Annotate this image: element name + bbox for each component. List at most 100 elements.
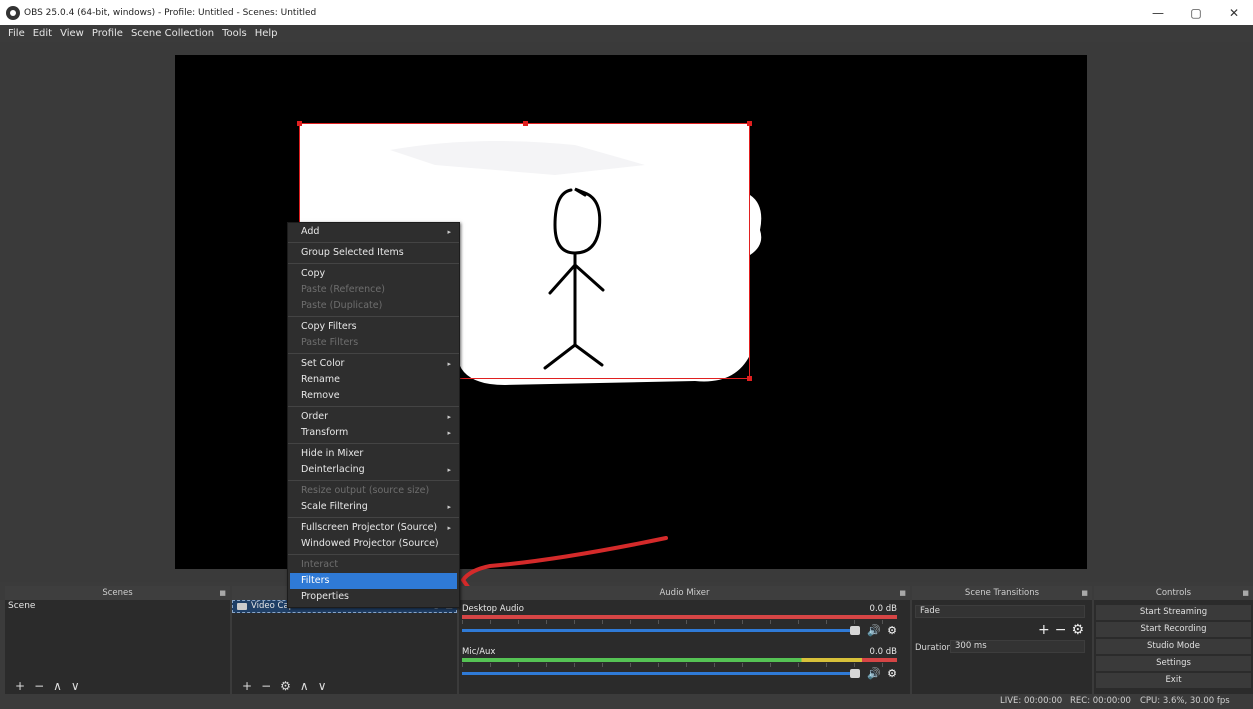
menu-separator: [288, 316, 459, 317]
context-menu-item-deinterlacing[interactable]: Deinterlacing ▸: [288, 462, 459, 478]
context-menu-item-windowed-projector-source[interactable]: Windowed Projector (Source): [288, 536, 459, 552]
menu-separator: [288, 517, 459, 518]
audio-channel-desktop: Desktop Audio 0.0 dB 🔊 ⚙: [462, 604, 897, 637]
context-menu-item-paste-duplicate: Paste (Duplicate): [301, 300, 383, 311]
submenu-arrow-icon: ▸: [447, 524, 451, 532]
obs-logo-icon: [6, 5, 20, 20]
title-bar: OBS 25.0.4 (64-bit, windows) - Profile: …: [0, 0, 1253, 25]
menu-separator: [288, 406, 459, 407]
menu-file[interactable]: File: [8, 28, 25, 39]
minimize-button[interactable]: —: [1139, 0, 1177, 25]
gear-icon[interactable]: ⚙: [887, 624, 897, 637]
context-menu-item-group-selected-items[interactable]: Group Selected Items: [288, 245, 459, 261]
submenu-arrow-icon: ▸: [447, 466, 451, 474]
menu-separator: [288, 480, 459, 481]
audio-mixer-dock: Audio Mixer ■ Desktop Audio 0.0 dB 🔊 ⚙ Mi…: [459, 586, 910, 694]
context-menu-item-interact: Interact: [301, 559, 339, 570]
context-menu-item-add[interactable]: Add ▸: [288, 224, 459, 240]
menu-separator: [288, 242, 459, 243]
duration-label: Duration: [915, 643, 952, 653]
submenu-arrow-icon: ▸: [447, 228, 451, 236]
context-menu-item-remove[interactable]: Remove: [288, 388, 459, 404]
scenes-dock-title: Scenes ■: [5, 586, 230, 600]
submenu-arrow-icon: ▸: [447, 503, 451, 511]
menu-view[interactable]: View: [60, 28, 84, 39]
resize-handle[interactable]: [297, 121, 302, 126]
add-icon[interactable]: +: [15, 679, 25, 693]
maximize-button[interactable]: ▢: [1177, 0, 1215, 25]
remove-icon[interactable]: −: [1055, 622, 1067, 638]
context-menu-item-order[interactable]: Order ▸: [288, 409, 459, 425]
controls-dock: Controls ■ Start Streaming Start Recordin…: [1094, 586, 1253, 694]
menu-edit[interactable]: Edit: [33, 28, 52, 39]
volume-meter: [462, 658, 897, 667]
menu-separator: [288, 443, 459, 444]
start-streaming-button[interactable]: Start Streaming: [1096, 605, 1251, 620]
dock-float-icon[interactable]: ■: [219, 586, 226, 600]
live-timer: LIVE: 00:00:00: [1000, 696, 1063, 706]
menu-tools[interactable]: Tools: [222, 28, 247, 39]
context-menu-item-copy[interactable]: Copy: [288, 266, 459, 282]
context-menu-item-copy-filters[interactable]: Copy Filters: [288, 319, 459, 335]
menu-separator: [288, 353, 459, 354]
resize-handle[interactable]: [523, 121, 528, 126]
context-menu-item-filters[interactable]: Filters: [290, 573, 457, 589]
status-bar: LIVE: 00:00:00 REC: 00:00:00 CPU: 3.6%, …: [0, 694, 1253, 709]
menu-separator: [288, 554, 459, 555]
submenu-arrow-icon: ▸: [447, 413, 451, 421]
context-menu-item-properties[interactable]: Properties: [288, 589, 459, 605]
studio-mode-button[interactable]: Studio Mode: [1096, 639, 1251, 654]
dock-float-icon[interactable]: ■: [1081, 586, 1088, 600]
speaker-icon[interactable]: 🔊: [867, 667, 881, 680]
camera-icon: [237, 603, 247, 610]
menu-help[interactable]: Help: [255, 28, 278, 39]
scene-transitions-title: Scene Transitions ■: [912, 586, 1092, 600]
start-recording-button[interactable]: Start Recording: [1096, 622, 1251, 637]
menu-scene-collection[interactable]: Scene Collection: [131, 28, 214, 39]
cpu-status: CPU: 3.6%, 30.00 fps: [1140, 696, 1230, 706]
context-menu: Add ▸ Group Selected Items Copy Paste (Refer…: [287, 222, 460, 608]
move-down-icon[interactable]: ∨: [71, 679, 80, 693]
exit-button[interactable]: Exit: [1096, 673, 1251, 688]
submenu-arrow-icon: ▸: [447, 429, 451, 437]
add-icon[interactable]: +: [242, 679, 252, 693]
move-up-icon[interactable]: ∧: [53, 679, 62, 693]
resize-handle[interactable]: [747, 121, 752, 126]
context-menu-item-paste-reference: Paste (Reference): [301, 284, 385, 295]
context-menu-item-set-color[interactable]: Set Color ▸: [288, 356, 459, 372]
context-menu-item-transform[interactable]: Transform ▸: [288, 425, 459, 441]
dock-float-icon[interactable]: ■: [899, 586, 906, 600]
remove-icon[interactable]: −: [34, 679, 44, 693]
move-up-icon[interactable]: ∧: [300, 679, 309, 693]
scene-list-item[interactable]: Scene: [5, 600, 230, 613]
volume-meter: [462, 615, 897, 624]
menu-separator: [288, 263, 459, 264]
menu-profile[interactable]: Profile: [92, 28, 123, 39]
scenes-dock: Scenes ■ Scene + − ∧ ∨: [5, 586, 230, 694]
add-icon[interactable]: +: [1038, 622, 1050, 638]
volume-slider[interactable]: [462, 626, 860, 635]
move-down-icon[interactable]: ∨: [318, 679, 327, 693]
speaker-icon[interactable]: 🔊: [867, 624, 881, 637]
context-menu-item-fullscreen-projector-source[interactable]: Fullscreen Projector (Source) ▸: [288, 520, 459, 536]
window-title: OBS 25.0.4 (64-bit, windows) - Profile: …: [24, 7, 317, 18]
rec-timer: REC: 00:00:00: [1070, 696, 1131, 706]
preview-area: [0, 42, 1253, 582]
resize-handle[interactable]: [747, 376, 752, 381]
context-menu-item-scale-filtering[interactable]: Scale Filtering ▸: [288, 499, 459, 515]
close-button[interactable]: ✕: [1215, 0, 1253, 25]
context-menu-item-resize-output-source-size: Resize output (source size): [301, 485, 430, 496]
remove-icon[interactable]: −: [261, 679, 271, 693]
duration-input[interactable]: 300 ms: [950, 640, 1085, 653]
context-menu-item-rename[interactable]: Rename: [288, 372, 459, 388]
gear-icon[interactable]: ⚙: [280, 679, 291, 693]
context-menu-item-paste-filters: Paste Filters: [301, 337, 359, 348]
volume-slider[interactable]: [462, 669, 860, 678]
settings-button[interactable]: Settings: [1096, 656, 1251, 671]
scene-transitions-dock: Scene Transitions ■ Fade + − ⚙ Duration 3…: [912, 586, 1092, 694]
transition-select[interactable]: Fade: [915, 605, 1085, 618]
dock-float-icon[interactable]: ■: [1242, 586, 1249, 600]
gear-icon[interactable]: ⚙: [1071, 622, 1084, 638]
gear-icon[interactable]: ⚙: [887, 667, 897, 680]
context-menu-item-hide-in-mixer[interactable]: Hide in Mixer: [288, 446, 459, 462]
